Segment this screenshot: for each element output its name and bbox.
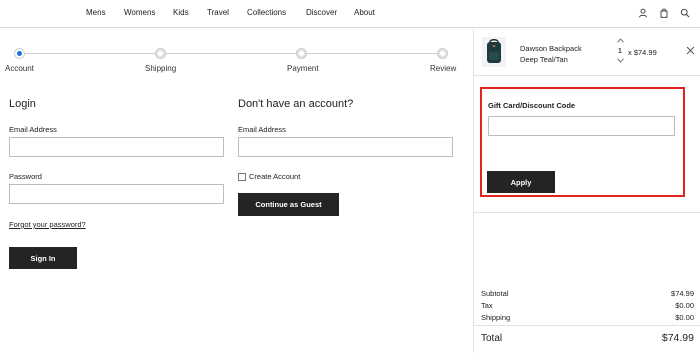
subtotal-label: Subtotal <box>481 289 509 298</box>
step-label-review: Review <box>430 64 457 73</box>
close-icon[interactable] <box>686 46 695 55</box>
quantity-value: 1 <box>618 48 622 55</box>
step-label-shipping: Shipping <box>145 64 177 73</box>
tax-label: Tax <box>481 301 493 310</box>
continue-as-guest-button[interactable]: Continue as Guest <box>238 193 339 216</box>
step-label-account: Account <box>5 64 34 73</box>
top-navigation: Mens Womens Kids Travel Collections Disc… <box>0 0 700 28</box>
login-password-label: Password <box>9 172 42 181</box>
guest-email-input[interactable] <box>238 137 453 157</box>
backpack-image <box>482 37 506 67</box>
bag-icon[interactable] <box>659 8 669 18</box>
shipping-label: Shipping <box>481 313 511 322</box>
gift-card-section: Gift Card/Discount Code Apply <box>480 87 685 197</box>
guest-email-label: Email Address <box>238 125 286 134</box>
forgot-password-link[interactable]: Forgot your password? <box>9 220 86 229</box>
user-icon[interactable] <box>638 8 648 18</box>
gift-card-input[interactable] <box>488 116 675 136</box>
cart-item: Dawson Backpack Deep Teal/Tan 1 x $74.99 <box>474 29 700 76</box>
subtotal-value: $74.99 <box>671 289 694 298</box>
login-email-input[interactable] <box>9 137 224 157</box>
order-summary-panel: Dawson Backpack Deep Teal/Tan 1 x $74.99… <box>473 29 700 353</box>
create-account-label[interactable]: Create Account <box>249 172 300 181</box>
divider <box>474 212 700 213</box>
product-title: Dawson Backpack <box>520 44 582 53</box>
checkout-main: Account Shipping Payment Review Login Em… <box>0 29 473 353</box>
product-name: Dawson Backpack Deep Teal/Tan <box>520 43 582 65</box>
nav-link-womens[interactable]: Womens <box>124 8 155 17</box>
step-dot-review <box>437 48 448 59</box>
step-dot-shipping <box>155 48 166 59</box>
quantity-stepper[interactable]: 1 <box>615 38 625 68</box>
total-value: $74.99 <box>661 332 694 344</box>
progress-line <box>19 53 442 54</box>
sign-in-button[interactable]: Sign In <box>9 247 77 269</box>
login-email-label: Email Address <box>9 125 57 134</box>
total-label: Total <box>481 333 503 344</box>
chevron-up-icon[interactable] <box>615 38 625 46</box>
shipping-value: $0.00 <box>675 313 694 322</box>
guest-title: Don't have an account? <box>238 98 354 110</box>
nav-link-discover[interactable]: Discover <box>306 8 337 17</box>
login-password-input[interactable] <box>9 184 224 204</box>
create-account-checkbox[interactable] <box>238 173 246 181</box>
nav-link-travel[interactable]: Travel <box>207 8 229 17</box>
step-label-payment: Payment <box>287 64 319 73</box>
login-title: Login <box>9 98 36 110</box>
step-dot-account <box>14 48 25 59</box>
nav-link-about[interactable]: About <box>354 8 375 17</box>
tax-value: $0.00 <box>675 301 694 310</box>
apply-button[interactable]: Apply <box>487 171 555 193</box>
product-variant: Deep Teal/Tan <box>520 55 568 64</box>
nav-link-kids[interactable]: Kids <box>173 8 189 17</box>
gift-card-label: Gift Card/Discount Code <box>488 101 576 110</box>
item-price: x $74.99 <box>628 48 657 57</box>
search-icon[interactable] <box>680 8 690 18</box>
nav-link-collections[interactable]: Collections <box>247 8 286 17</box>
chevron-down-icon[interactable] <box>615 58 625 66</box>
nav-link-mens[interactable]: Mens <box>86 8 106 17</box>
step-dot-payment <box>296 48 307 59</box>
divider <box>474 325 700 326</box>
